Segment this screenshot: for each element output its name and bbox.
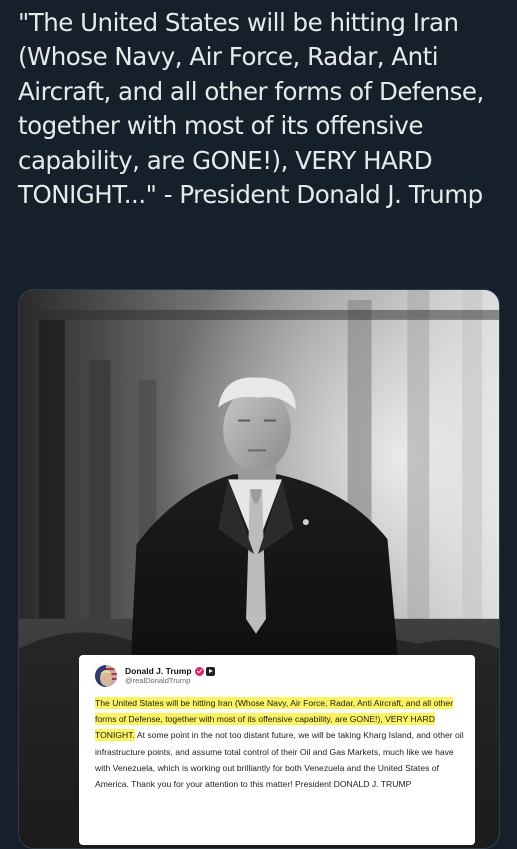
verified-badge-icon [194,666,204,676]
avatar [95,665,117,687]
tweet-text: "The United States will be hitting Iran … [18,8,484,210]
post-header: Donald J. Trump @realDonaldTrump [95,664,467,688]
truth-social-post-card: Donald J. Trump @realDonaldTrump The Uni… [79,655,475,845]
author-name: Donald J. Trump [125,666,192,676]
post-body-text: At some point in the not too distant fut… [95,730,464,790]
media-image[interactable]: Donald J. Trump @realDonaldTrump The Uni… [18,289,500,849]
author-info: Donald J. Trump @realDonaldTrump [125,666,215,686]
truth-social-icon [205,666,215,676]
author-name-row: Donald J. Trump [125,666,215,676]
post-body: The United States will be hitting Iran (… [95,695,467,792]
author-handle: @realDonaldTrump [125,676,191,685]
